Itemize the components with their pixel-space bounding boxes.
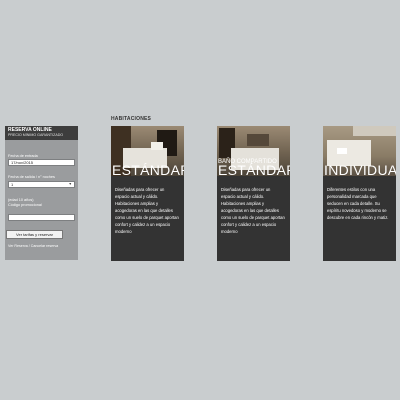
room-description: Diferentes estilos con una personalidad … (327, 187, 389, 220)
manage-booking-link[interactable]: Ver Reserva / Cancelar reserva (8, 244, 58, 248)
children-label: (edad 10 años) (8, 198, 34, 202)
photo-pillow (151, 142, 163, 150)
promo-code-input[interactable] (8, 214, 75, 221)
booking-header: RESERVA ONLINE PRECIO MÍNIMO GARANTIZADO (5, 126, 78, 140)
chevron-down-icon: ▼ (68, 182, 72, 186)
nights-label: Fecha de salida / n° noches (8, 175, 55, 179)
promo-label: Código promocional (8, 203, 42, 207)
room-card-estandar-bano-compartido[interactable]: BAÑO COMPARTIDO ESTÁNDAR Diseñadas para … (217, 126, 290, 261)
photo-wall (353, 126, 396, 136)
room-description: Diseñadas para ofrecer un espacio actual… (115, 187, 179, 234)
section-title: HABITACIONES (111, 116, 152, 122)
arrival-label: Fecha de entrada (8, 154, 38, 158)
booking-subtitle: PRECIO MÍNIMO GARANTIZADO (8, 133, 64, 137)
nights-select[interactable]: 1 ▼ (8, 181, 75, 188)
room-name: INDIVIDUAL (324, 162, 396, 178)
room-name: ESTÁNDAR (218, 162, 290, 178)
room-card-individual[interactable]: INDIVIDUAL Diferentes estilos con una pe… (323, 126, 396, 261)
arrival-date-input[interactable] (8, 159, 75, 166)
check-rates-button[interactable]: Ver tarifas y reservar (6, 230, 63, 239)
room-card-estandar[interactable]: ESTÁNDAR Diseñadas para ofrecer un espac… (111, 126, 184, 261)
booking-widget: RESERVA ONLINE PRECIO MÍNIMO GARANTIZADO… (5, 126, 78, 260)
room-name: ESTÁNDAR (112, 162, 184, 178)
photo-headboard (247, 134, 269, 146)
room-description: Diseñadas para ofrecer un espacio actual… (221, 187, 285, 234)
nights-value: 1 (11, 182, 14, 187)
photo-pillow (337, 148, 347, 154)
